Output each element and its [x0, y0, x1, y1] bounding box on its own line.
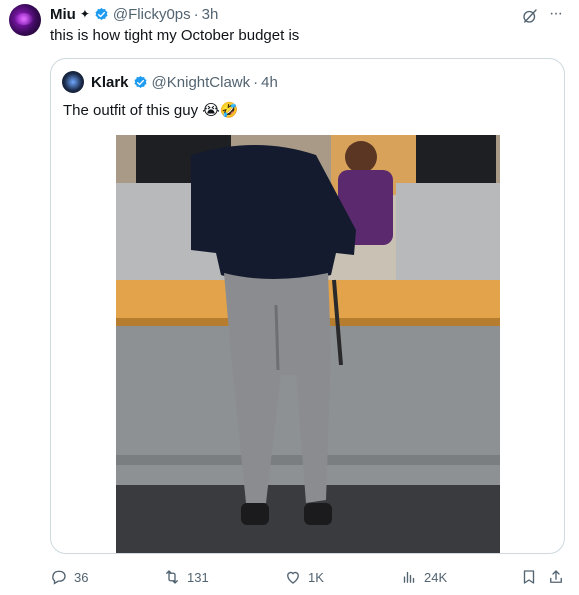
quote-photo[interactable]	[116, 135, 500, 553]
action-bar: 36 131 1K 24K	[0, 563, 579, 591]
author-handle[interactable]: @Flicky0ps	[113, 6, 191, 23]
verified-badge-icon	[95, 7, 108, 20]
quote-text: The outfit of this guy 😭🤣	[63, 102, 239, 119]
repost-count: 131	[187, 569, 209, 585]
quote-time[interactable]: 4h	[261, 74, 278, 91]
quote-author-avatar[interactable]	[62, 71, 84, 93]
sparkle-icon: ✦	[79, 7, 90, 21]
reply-count: 36	[74, 569, 89, 585]
views-button[interactable]: 24K	[400, 563, 447, 591]
share-icon	[550, 570, 562, 583]
author-name[interactable]: Miu	[50, 6, 76, 23]
tweet-time[interactable]: 3h	[202, 6, 219, 23]
tweet-header: Miu ✦ @Flicky0ps · 3h	[50, 5, 218, 23]
more-icon[interactable]: ···	[549, 6, 569, 22]
repost-icon	[166, 570, 178, 584]
share-button[interactable]	[547, 563, 565, 591]
like-icon	[287, 571, 299, 584]
repost-button[interactable]: 131	[163, 563, 209, 591]
photo-scene	[116, 135, 500, 553]
verified-badge-icon	[133, 75, 147, 88]
reply-button[interactable]: 36	[50, 563, 88, 591]
tweet-text: this is how tight my October budget is	[50, 27, 300, 44]
reply-icon	[52, 570, 66, 585]
like-count: 1K	[308, 569, 324, 585]
quoted-tweet[interactable]: Klark @KnightClawk · 4h The outfit of th…	[50, 58, 565, 554]
author-avatar[interactable]	[9, 4, 41, 36]
bookmark-button[interactable]	[520, 563, 538, 591]
separator-dot: ·	[193, 5, 199, 23]
separator-dot: ·	[253, 73, 259, 91]
quote-author-name[interactable]: Klark	[91, 74, 129, 91]
quote-author-handle[interactable]: @KnightClawk	[152, 74, 251, 91]
quote-header: Klark @KnightClawk · 4h	[91, 73, 278, 91]
views-count: 24K	[424, 569, 448, 585]
views-icon	[403, 571, 415, 583]
bookmark-icon	[523, 570, 535, 584]
like-button[interactable]: 1K	[284, 563, 324, 591]
grok-icon[interactable]	[521, 7, 539, 25]
